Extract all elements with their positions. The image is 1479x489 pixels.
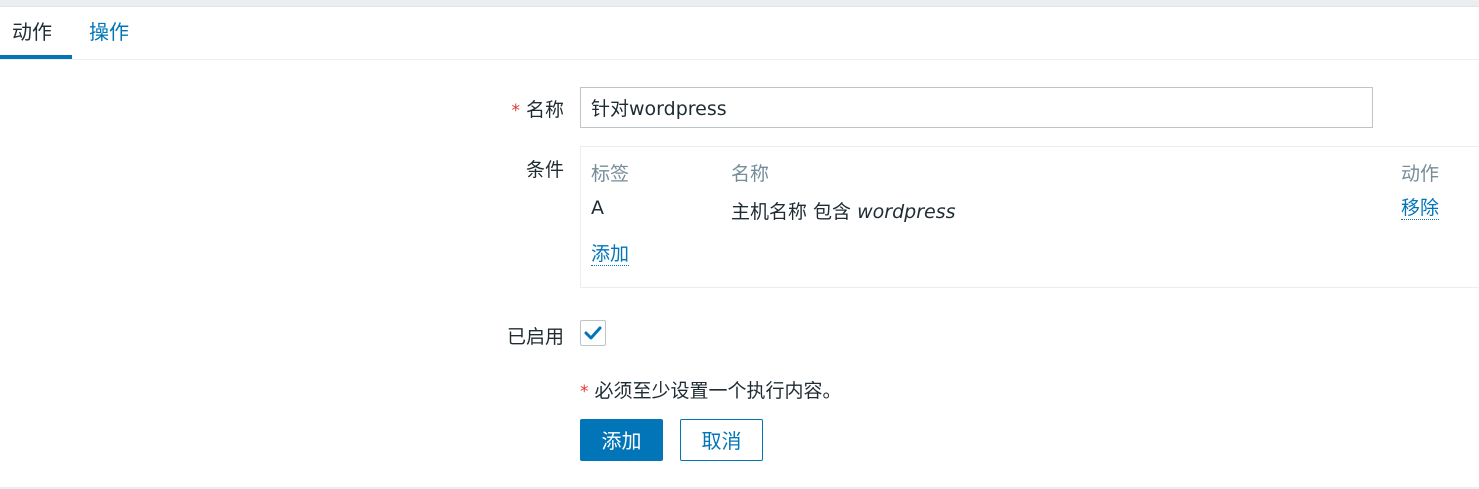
condition-add-link[interactable]: 添加 bbox=[591, 243, 630, 266]
conditions-header-name: 名称 bbox=[731, 163, 770, 185]
required-mark: * bbox=[511, 101, 520, 121]
top-strip bbox=[0, 0, 1479, 7]
conditions-header-tag: 标签 bbox=[591, 163, 630, 185]
tab-action[interactable]: 动作 bbox=[0, 7, 72, 59]
condition-name-value: wordpress bbox=[857, 201, 956, 223]
tab-bar: 动作 操作 bbox=[0, 7, 1479, 60]
add-button[interactable]: 添加 bbox=[580, 419, 663, 461]
name-input[interactable] bbox=[580, 87, 1373, 128]
enabled-label: 已启用 bbox=[506, 326, 564, 348]
condition-add-cell: 添加 bbox=[591, 243, 630, 266]
conditions-label: 条件 bbox=[525, 159, 564, 181]
condition-remove-link[interactable]: 移除 bbox=[1401, 197, 1440, 220]
enabled-checkbox[interactable] bbox=[580, 320, 606, 346]
checkmark-icon bbox=[584, 326, 602, 340]
tab-operations[interactable]: 操作 bbox=[77, 7, 141, 59]
cancel-button[interactable]: 取消 bbox=[680, 419, 763, 461]
condition-name: 主机名称 包含 wordpress bbox=[731, 197, 956, 224]
note-required-mark: * bbox=[580, 382, 589, 402]
condition-name-text: 主机名称 包含 bbox=[731, 201, 858, 223]
condition-tag: A bbox=[591, 197, 604, 219]
conditions-header-action: 动作 bbox=[1401, 163, 1440, 185]
name-label: 名称 bbox=[525, 99, 564, 121]
condition-remove-cell: 移除 bbox=[1401, 197, 1440, 220]
name-label-row: * 名称 bbox=[364, 95, 564, 122]
note-text: 必须至少设置一个执行内容。 bbox=[594, 380, 842, 402]
required-note: * 必须至少设置一个执行内容。 bbox=[580, 376, 842, 403]
conditions-table: 标签 名称 动作 A 主机名称 包含 wordpress 移除 添加 bbox=[580, 146, 1479, 288]
